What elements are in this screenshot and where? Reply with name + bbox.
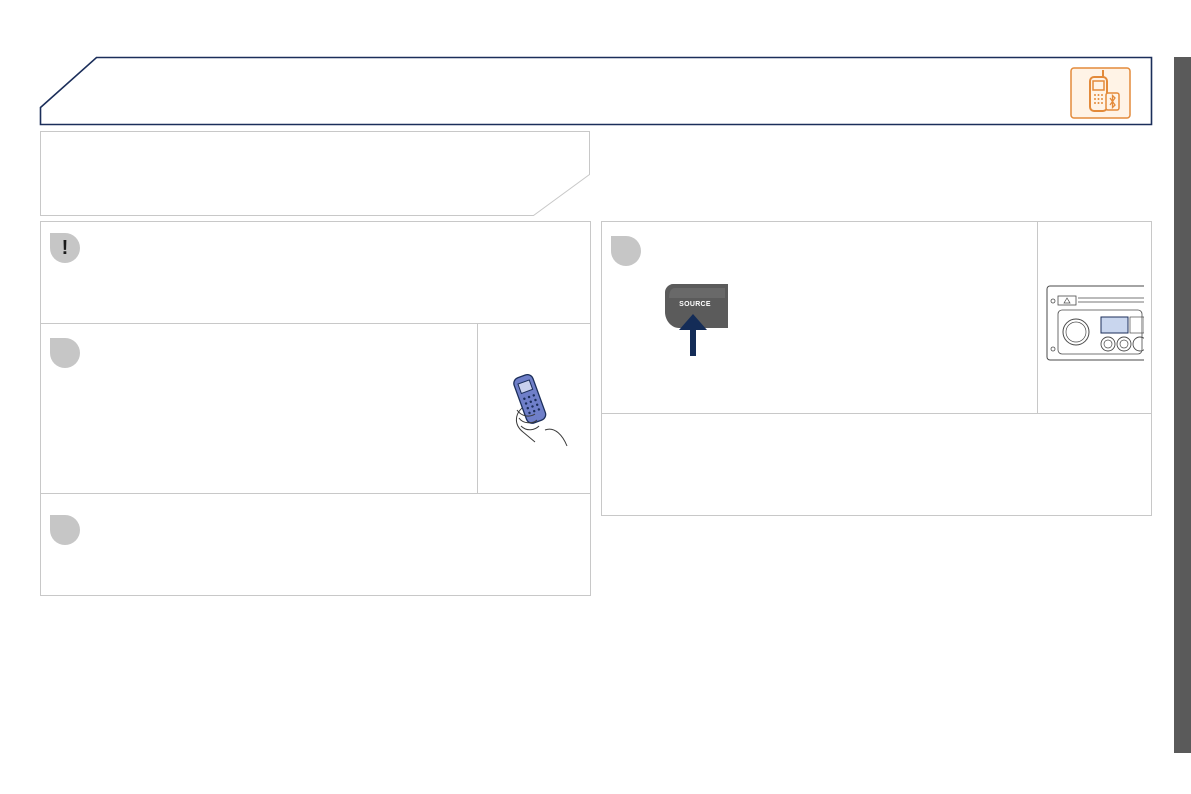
radio-unit-icon bbox=[1046, 284, 1148, 362]
arrow-up-icon bbox=[678, 314, 708, 356]
warning-panel: ! bbox=[40, 221, 591, 324]
source-button-label: SOURCE bbox=[679, 301, 711, 308]
phone-bluetooth-icon bbox=[1070, 67, 1131, 119]
illustration-divider bbox=[1037, 222, 1038, 413]
step-bullet bbox=[611, 236, 641, 266]
phone-in-hand-icon bbox=[505, 364, 575, 449]
illustration-divider bbox=[477, 324, 478, 493]
step-panel-source: SOURCE bbox=[601, 221, 1152, 414]
intro-box bbox=[40, 131, 590, 216]
step-bullet bbox=[50, 338, 80, 368]
info-panel bbox=[601, 413, 1152, 516]
step-bullet bbox=[50, 515, 80, 545]
step-panel-phone bbox=[40, 323, 591, 494]
side-tab-bar bbox=[1174, 57, 1191, 753]
exclamation-icon: ! bbox=[50, 233, 80, 263]
step-panel-final bbox=[40, 493, 591, 596]
